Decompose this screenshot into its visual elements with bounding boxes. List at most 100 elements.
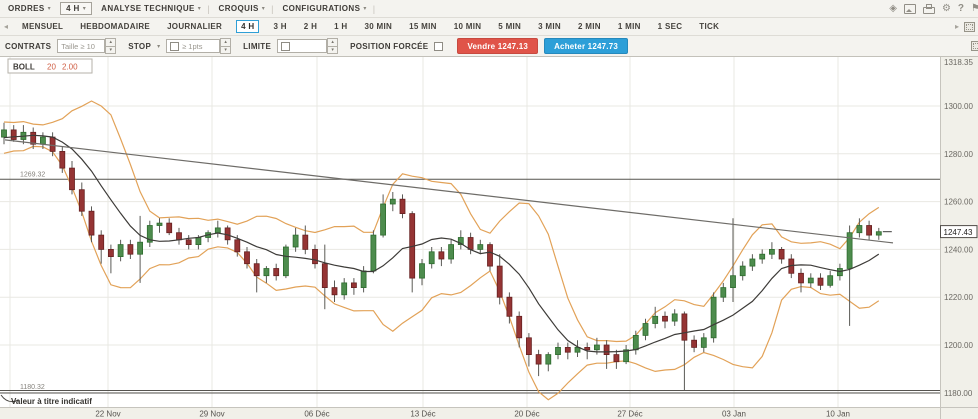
indicator-legend[interactable]: BOLL202.00 <box>8 59 92 73</box>
candle-body <box>99 235 104 249</box>
candle-body <box>215 228 220 233</box>
candle-body <box>799 273 804 283</box>
menu-separator: | <box>207 4 209 14</box>
indicator-name: BOLL <box>13 63 35 72</box>
position-forcee-label: POSITION FORCÉE <box>350 42 428 51</box>
timeframe-30-min[interactable]: 30 MIN <box>362 20 396 33</box>
chart-note: Valeur à titre indicatif <box>11 397 92 406</box>
date-tick-label: 06 Déc <box>304 410 329 419</box>
candle-body <box>672 314 677 321</box>
contrats-size-input[interactable]: Taille ≥ 10 <box>57 39 105 53</box>
timeframe-2-min[interactable]: 2 MIN <box>575 20 604 33</box>
candle-body <box>750 259 755 266</box>
limite-stepper[interactable]: ▴▾ <box>327 38 338 54</box>
help-icon[interactable]: ? <box>958 4 964 14</box>
candle-body <box>254 264 259 276</box>
candle-body <box>449 245 454 259</box>
candle-body <box>546 355 551 365</box>
candle-body <box>536 355 541 365</box>
candle-body <box>429 252 434 264</box>
candle-body <box>818 278 823 285</box>
candle-body <box>760 254 765 259</box>
timeframe-2-h[interactable]: 2 H <box>301 20 320 33</box>
candle-body <box>79 190 84 212</box>
position-forcee-checkbox[interactable] <box>434 42 443 51</box>
timeframe-10-min[interactable]: 10 MIN <box>451 20 485 33</box>
timeframe-1-min[interactable]: 1 MIN <box>615 20 644 33</box>
timeframe-journalier[interactable]: JOURNALIER <box>164 20 225 33</box>
timeframe-3-h[interactable]: 3 H <box>270 20 289 33</box>
timeframe-5-min[interactable]: 5 MIN <box>495 20 524 33</box>
price-tick-label: 1240.00 <box>944 245 973 254</box>
timeframe-tick[interactable]: TICK <box>696 20 722 33</box>
buy-button[interactable]: Acheter 1247.73 <box>544 38 628 54</box>
timeframe-hebdomadaire[interactable]: HEBDOMADAIRE <box>77 20 153 33</box>
candle-body <box>488 245 493 267</box>
limite-input[interactable] <box>277 39 327 53</box>
price-chart[interactable]: 1269.321180.321318.351300.001280.001260.… <box>0 57 978 419</box>
candle-body <box>371 235 376 271</box>
date-tick-label: 27 Déc <box>617 410 642 419</box>
candle-body <box>701 338 706 348</box>
timeframe-4-h[interactable]: 4 H <box>236 20 259 33</box>
candle-body <box>400 199 405 213</box>
candle-body <box>128 245 133 255</box>
menu-item-configurations[interactable]: CONFIGURATIONS▾ <box>282 4 366 13</box>
timeframe-bar-right: ▸ <box>955 22 975 32</box>
gear-icon[interactable]: ⚙ <box>942 4 951 14</box>
price-tick-label: 1300.00 <box>944 102 973 111</box>
candle-body <box>381 204 386 235</box>
candle-body <box>157 223 162 225</box>
contrats-stepper[interactable]: ▴▾ <box>105 38 116 54</box>
trading-platform: { "menubar": { "items": [ {"label": "ORD… <box>0 0 978 419</box>
menu-item-croquis[interactable]: CROQUIS▾ <box>219 4 266 13</box>
candle-body <box>274 269 279 276</box>
date-tick-label: 22 Nov <box>95 410 120 419</box>
layers-icon[interactable]: ◈ <box>889 4 897 14</box>
candle-body <box>556 347 561 354</box>
date-tick-label: 20 Déc <box>514 410 539 419</box>
candle-body <box>361 271 366 288</box>
candle-body <box>167 223 172 233</box>
stop-stepper[interactable]: ▴▾ <box>220 38 231 54</box>
price-tick-label: 1280.00 <box>944 150 973 159</box>
candle-body <box>225 228 230 240</box>
scroll-left-icon[interactable]: ◂ <box>4 22 8 31</box>
candle-body <box>342 283 347 295</box>
menu-item-4-h[interactable]: 4 H▾ <box>60 2 92 15</box>
candle-body <box>138 242 143 254</box>
price-tick-label: 1318.35 <box>944 58 973 67</box>
stop-input[interactable]: ≥ 1pts <box>166 39 220 53</box>
candle-body <box>711 297 716 338</box>
panel-icon[interactable] <box>971 41 978 51</box>
menu-item-ordres[interactable]: ORDRES▾ <box>8 4 51 13</box>
date-tick-label: 10 Jan <box>826 410 850 419</box>
flag-icon[interactable]: ⚑ <box>971 4 978 14</box>
candle-body <box>779 249 784 259</box>
timeframe-mensuel[interactable]: MENSUEL <box>19 20 66 33</box>
candle-body <box>526 338 531 355</box>
candle-body <box>70 168 75 190</box>
image-icon[interactable] <box>904 4 916 14</box>
date-tick-label: 13 Déc <box>410 410 435 419</box>
timeframe-1-h[interactable]: 1 H <box>331 20 350 33</box>
limite-checkbox[interactable] <box>281 42 290 51</box>
stop-checkbox[interactable] <box>170 42 179 51</box>
candle-body <box>857 226 862 233</box>
timeframe-buttons: MENSUEL HEBDOMADAIRE JOURNALIER 4 H 3 H 2 H 1 … <box>19 20 722 33</box>
current-price-label: 1247.43 <box>941 226 978 238</box>
timeframe-15-min[interactable]: 15 MIN <box>406 20 440 33</box>
scroll-right-icon[interactable]: ▸ <box>955 22 959 31</box>
timeframe-1-sec[interactable]: 1 SEC <box>655 20 686 33</box>
price-tick-label: 1200.00 <box>944 341 973 350</box>
limite-label: LIMITE <box>243 42 271 51</box>
stop-caret-icon[interactable]: ▾ <box>157 43 160 50</box>
candle-body <box>653 316 658 323</box>
printer-icon[interactable] <box>923 7 935 14</box>
menu-item-analyse-technique[interactable]: ANALYSE TECHNIQUE▾ <box>101 4 201 13</box>
candle-body <box>118 245 123 257</box>
timeframe-3-min[interactable]: 3 MIN <box>535 20 564 33</box>
sell-button[interactable]: Vendre 1247.13 <box>457 38 538 54</box>
popout-icon[interactable] <box>964 22 975 32</box>
current-price-text: 1247.43 <box>944 228 973 237</box>
